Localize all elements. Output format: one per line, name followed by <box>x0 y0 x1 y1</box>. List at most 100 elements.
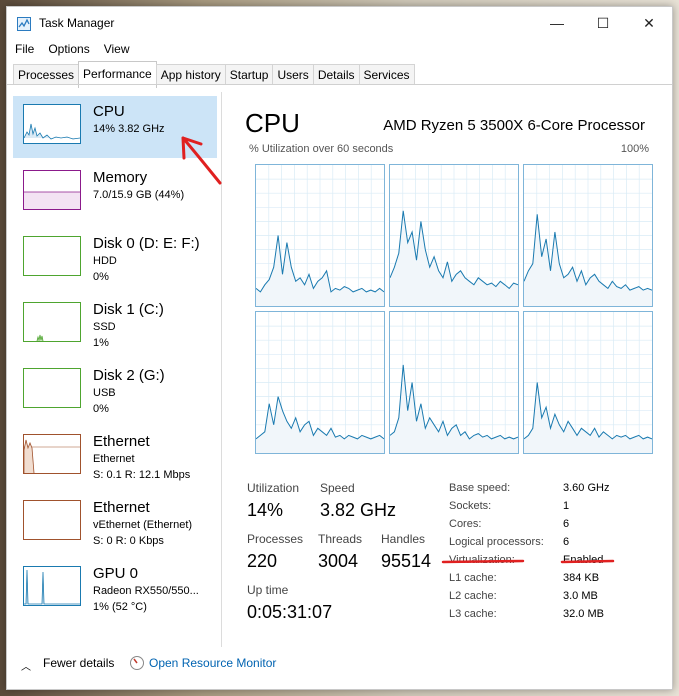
uptime-value: 0:05:31:07 <box>247 602 333 622</box>
sidebar-disk1-type: SSD <box>93 321 116 333</box>
core-graph-2 <box>389 164 519 307</box>
ethernet-thumbnail-graph <box>23 434 81 474</box>
sidebar-item-gpu[interactable]: GPU 0 Radeon RX550/550... 1% (52 °C) <box>13 558 217 620</box>
spec-label: L2 cache: <box>449 590 497 602</box>
fewer-details-button[interactable]: Fewer details <box>43 656 114 670</box>
spec-label: L3 cache: <box>449 608 497 620</box>
spec-value: 3.0 MB <box>563 590 598 602</box>
core-graph-5 <box>389 311 519 454</box>
memory-thumbnail-graph <box>23 170 81 210</box>
tab-users[interactable]: Users <box>272 64 314 85</box>
maximize-button[interactable]: ☐ <box>580 7 626 39</box>
spec-value: 3.60 GHz <box>563 482 610 494</box>
speed-label: Speed <box>320 481 355 495</box>
cpu-model-name: AMD Ryzen 5 3500X 6-Core Processor <box>383 117 645 134</box>
sidebar-memory-name: Memory <box>93 169 148 186</box>
gpu-thumbnail-graph <box>23 566 81 606</box>
sidebar-disk0-name: Disk 0 (D: E: F:) <box>93 235 200 252</box>
spec-value: 6 <box>563 518 570 530</box>
sidebar-gpu-usage: 1% (52 °C) <box>93 601 147 613</box>
core-graph-6 <box>523 311 653 454</box>
close-button[interactable]: ✕ <box>626 7 672 39</box>
handles-value: 95514 <box>381 551 432 571</box>
sidebar-vethernet-name: Ethernet <box>93 499 150 516</box>
spec-value: 384 KB <box>563 572 600 584</box>
threads-label: Threads <box>318 532 363 546</box>
spec-label: Base speed: <box>449 482 511 494</box>
threads-value: 3004 <box>318 551 359 571</box>
spec-value: Enabled <box>563 554 604 566</box>
spec-label: Logical processors: <box>449 536 544 548</box>
sidebar-gpu-name: GPU 0 <box>93 565 139 582</box>
sidebar-divider <box>221 92 222 647</box>
cpu-detail-panel: CPU AMD Ryzen 5 3500X 6-Core Processor %… <box>237 92 657 647</box>
sidebar-disk2-type: USB <box>93 387 116 399</box>
maximize-icon: ☐ <box>596 14 610 31</box>
resource-sidebar: CPU 14% 3.82 GHz Memory 7.0/15.9 GB (44%… <box>7 92 221 647</box>
sidebar-disk2-name: Disk 2 (G:) <box>93 367 165 384</box>
core-graph-4 <box>255 311 385 454</box>
sidebar-item-disk0[interactable]: Disk 0 (D: E: F:) HDD 0% <box>13 228 217 290</box>
tab-app-history[interactable]: App history <box>155 64 226 85</box>
menu-bar: File Options View <box>7 40 136 60</box>
tab-details[interactable]: Details <box>312 64 360 85</box>
resource-monitor-icon <box>130 656 144 670</box>
spec-label: L1 cache: <box>449 572 497 584</box>
menu-options[interactable]: Options <box>40 40 95 60</box>
minimize-icon: — <box>550 15 564 31</box>
sidebar-disk0-usage: 0% <box>93 271 109 283</box>
task-manager-icon <box>17 17 31 31</box>
processes-value: 220 <box>247 551 278 571</box>
utilization-label: Utilization <box>247 481 300 495</box>
sidebar-item-cpu[interactable]: CPU 14% 3.82 GHz <box>13 96 217 158</box>
menu-view[interactable]: View <box>96 40 136 60</box>
core-graph-3 <box>523 164 653 307</box>
title-bar: Task Manager — ☐ ✕ <box>7 7 672 39</box>
spec-value: 32.0 MB <box>563 608 604 620</box>
sidebar-item-disk1[interactable]: Disk 1 (C:) SSD 1% <box>13 294 217 356</box>
sidebar-disk1-usage: 1% <box>93 337 109 349</box>
tab-divider <box>7 84 672 85</box>
disk1-thumbnail-graph <box>23 302 81 342</box>
tab-services[interactable]: Services <box>358 64 415 85</box>
sidebar-disk0-type: HDD <box>93 255 117 267</box>
spec-label: Cores: <box>449 518 482 530</box>
task-manager-window: Task Manager — ☐ ✕ File Options View Pro… <box>6 6 673 690</box>
minimize-button[interactable]: — <box>534 7 580 39</box>
open-resource-monitor-link[interactable]: Open Resource Monitor <box>149 656 276 670</box>
close-icon: ✕ <box>643 14 655 31</box>
uptime-label: Up time <box>247 583 289 597</box>
cpu-thumbnail-graph <box>23 104 81 144</box>
chevron-up-icon: ︿ <box>21 662 31 673</box>
spec-label: Virtualization: <box>449 554 515 566</box>
speed-value: 3.82 GHz <box>320 500 397 520</box>
sidebar-item-ethernet[interactable]: Ethernet Ethernet S: 0.1 R: 12.1 Mbps <box>13 426 217 488</box>
tab-processes[interactable]: Processes <box>13 64 80 85</box>
sidebar-ethernet-adapter: Ethernet <box>93 453 135 465</box>
graph-axis-max: 100% <box>620 143 649 155</box>
sidebar-ethernet-name: Ethernet <box>93 433 150 450</box>
sidebar-gpu-model: Radeon RX550/550... <box>93 585 199 597</box>
page-title: CPU <box>245 108 300 138</box>
sidebar-item-disk2[interactable]: Disk 2 (G:) USB 0% <box>13 360 217 422</box>
sidebar-ethernet-throughput: S: 0.1 R: 12.1 Mbps <box>93 469 191 481</box>
graph-axis-label: % Utilization over 60 seconds <box>249 143 394 155</box>
tab-startup[interactable]: Startup <box>224 64 274 85</box>
spec-label: Sockets: <box>449 500 492 512</box>
sidebar-vethernet-throughput: S: 0 R: 0 Kbps <box>93 535 164 547</box>
footer-bar: ︿ Fewer details Open Resource Monitor <box>7 647 672 689</box>
processes-label: Processes <box>247 532 304 546</box>
sidebar-item-vethernet[interactable]: Ethernet vEthernet (Ethernet) S: 0 R: 0 … <box>13 492 217 554</box>
sidebar-vethernet-adapter: vEthernet (Ethernet) <box>93 519 193 531</box>
sidebar-cpu-detail: 14% 3.82 GHz <box>93 123 165 135</box>
spec-value: 1 <box>563 500 570 512</box>
sidebar-item-memory[interactable]: Memory 7.0/15.9 GB (44%) <box>13 162 217 224</box>
menu-file[interactable]: File <box>7 40 40 60</box>
tab-bar: Processes Performance App history Startu… <box>13 61 415 88</box>
disk2-thumbnail-graph <box>23 368 81 408</box>
utilization-value: 14% <box>247 500 284 520</box>
sidebar-disk2-usage: 0% <box>93 403 109 415</box>
core-graph-1 <box>255 164 385 307</box>
spec-value: 6 <box>563 536 570 548</box>
disk0-thumbnail-graph <box>23 236 81 276</box>
